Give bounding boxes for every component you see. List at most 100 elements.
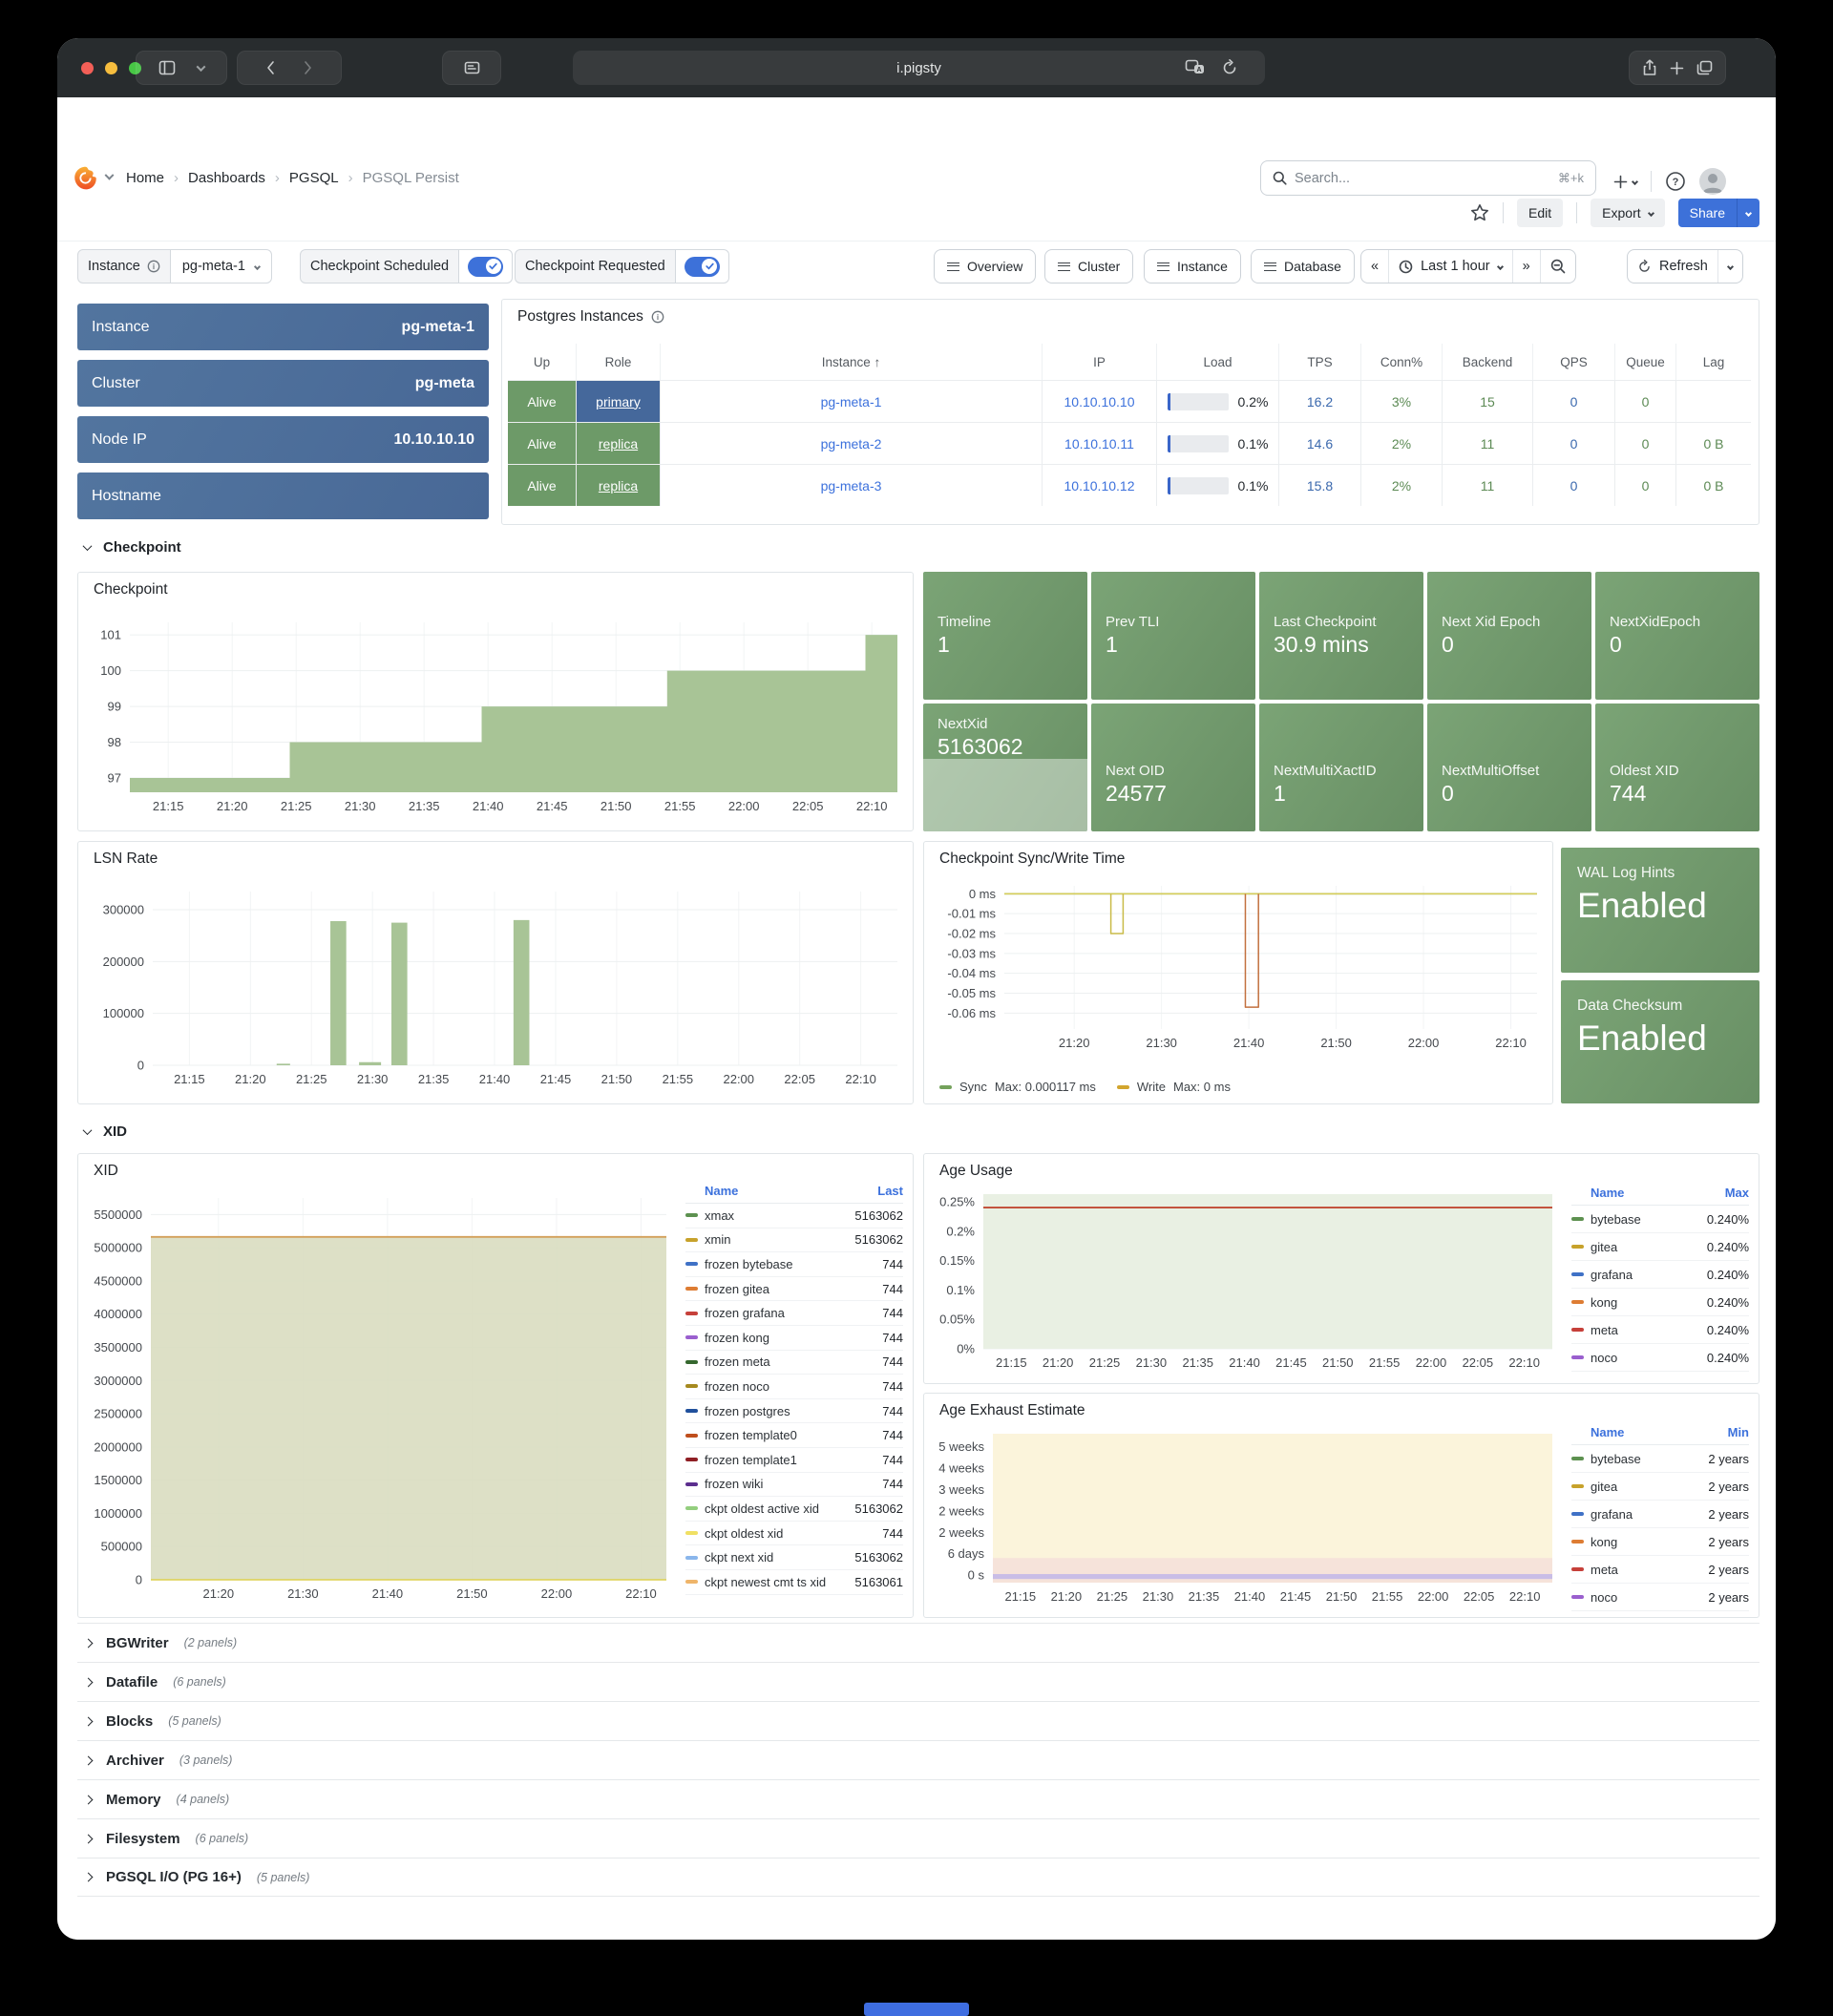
time-shift-back-button[interactable]: « [1361, 250, 1388, 283]
legend-item[interactable]: Write Max: 0 ms [1117, 1080, 1231, 1094]
time-range-picker[interactable]: Last 1 hour [1388, 250, 1512, 283]
search-input[interactable]: Search... ⌘+k [1260, 160, 1596, 196]
help-icon[interactable]: ? [1665, 171, 1686, 192]
legend-row[interactable]: frozen noco 744 [685, 1375, 903, 1399]
column-header[interactable]: Backend [1443, 344, 1533, 380]
legend-row[interactable]: gitea 2 years [1571, 1473, 1749, 1501]
stat-tile[interactable]: Timeline 1 [923, 572, 1087, 700]
data-checksum-tile[interactable]: Data Checksum Enabled [1561, 980, 1759, 1103]
legend-row[interactable]: meta 0.240% [1571, 1316, 1749, 1344]
ip-link[interactable]: 10.10.10.12 [1043, 465, 1157, 506]
section-header-checkpoint[interactable]: Checkpoint [84, 539, 181, 556]
legend-row[interactable]: frozen meta 744 [685, 1351, 903, 1376]
stat-tile[interactable]: Oldest XID 744 [1595, 704, 1759, 831]
legend-row[interactable]: ckpt newest cmt ts xid 5163061 [685, 1570, 903, 1595]
legend-row[interactable]: ckpt next xid 5163062 [685, 1545, 903, 1570]
column-header[interactable]: Conn% [1361, 344, 1443, 380]
stat-tile[interactable]: NextMultiOffset 0 [1427, 704, 1591, 831]
column-header[interactable]: QPS [1533, 344, 1615, 380]
collapsed-section-row[interactable]: PGSQL I/O (PG 16+) (5 panels) [77, 1858, 1759, 1897]
time-shift-forward-button[interactable]: » [1512, 250, 1540, 283]
legend-row[interactable]: frozen kong 744 [685, 1326, 903, 1351]
edit-button[interactable]: Edit [1517, 199, 1563, 227]
summary-box[interactable]: Instance pg-meta-1 [77, 304, 489, 350]
page-icon[interactable] [464, 61, 480, 74]
tab-overview-icon[interactable] [1696, 60, 1713, 75]
legend-row[interactable]: grafana 2 years [1571, 1501, 1749, 1528]
column-header[interactable]: Lag [1676, 344, 1751, 380]
refresh-interval-dropdown[interactable] [1717, 250, 1742, 283]
instance-select[interactable]: pg-meta-1 [171, 249, 272, 284]
reload-icon[interactable] [1221, 59, 1238, 76]
legend-row[interactable]: grafana 0.240% [1571, 1261, 1749, 1289]
breadcrumb-item[interactable]: Dashboards [188, 170, 280, 186]
summary-box[interactable]: Hostname [77, 472, 489, 519]
checkpoint-requested-toggle[interactable] [676, 249, 729, 284]
age-exhaust-chart[interactable]: 21:1521:2021:2521:3021:3521:4021:4521:50… [930, 1426, 1560, 1611]
view-link-cluster[interactable]: Cluster [1044, 249, 1133, 284]
grafana-logo-icon[interactable] [73, 165, 98, 191]
translate-icon[interactable]: A [1185, 59, 1206, 76]
collapsed-section-row[interactable]: BGWriter (2 panels) [77, 1623, 1759, 1662]
legend-row[interactable]: bytebase 2 years [1571, 1445, 1749, 1473]
view-link-instance[interactable]: Instance [1144, 249, 1241, 284]
column-header[interactable]: Role [577, 344, 661, 380]
legend-row[interactable]: ckpt oldest xid 744 [685, 1522, 903, 1546]
org-chevron-icon[interactable] [105, 170, 115, 179]
column-header[interactable]: Up [508, 344, 577, 380]
column-header[interactable]: Load [1157, 344, 1279, 380]
share-dropdown-button[interactable] [1737, 199, 1759, 227]
role-cell[interactable]: replica [577, 423, 661, 464]
share-button[interactable]: Share [1678, 199, 1737, 227]
back-icon[interactable] [265, 60, 276, 75]
refresh-button[interactable]: Refresh [1628, 250, 1717, 283]
legend-row[interactable]: kong 0.240% [1571, 1289, 1749, 1316]
legend-row[interactable]: frozen gitea 744 [685, 1277, 903, 1302]
zoom-out-button[interactable] [1540, 250, 1575, 283]
instance-link[interactable]: pg-meta-2 [661, 423, 1043, 464]
stat-tile[interactable]: NextXid 5163062 [923, 704, 1087, 831]
legend-row[interactable]: frozen grafana 744 [685, 1301, 903, 1326]
legend-row[interactable]: ckpt oldest active xid 5163062 [685, 1497, 903, 1522]
xid-chart[interactable]: 21:2021:3021:4021:5022:0022:100500000100… [84, 1186, 674, 1612]
role-cell[interactable]: replica [577, 465, 661, 506]
legend-row[interactable]: xmax 5163062 [685, 1204, 903, 1228]
checkpoint-chart[interactable]: 21:1521:2021:2521:3021:3521:4021:4521:50… [84, 607, 909, 827]
info-icon[interactable]: i [651, 310, 664, 324]
column-header[interactable]: Instance ↑ [661, 344, 1043, 380]
forward-icon[interactable] [303, 60, 313, 75]
column-header[interactable]: IP [1043, 344, 1157, 380]
breadcrumb-item[interactable]: Home [126, 170, 179, 186]
column-header[interactable]: Queue [1615, 344, 1676, 380]
collapsed-section-row[interactable]: Memory (4 panels) [77, 1779, 1759, 1818]
legend-row[interactable]: frozen bytebase 744 [685, 1252, 903, 1277]
breadcrumb-item[interactable]: PGSQL Persist [363, 170, 469, 186]
breadcrumb-item[interactable]: PGSQL [289, 170, 353, 186]
stat-tile[interactable]: Last Checkpoint 30.9 mins [1259, 572, 1423, 700]
age-usage-chart[interactable]: 21:1521:2021:2521:3021:3521:4021:4521:50… [930, 1186, 1560, 1377]
view-link-database[interactable]: Database [1251, 249, 1355, 284]
legend-row[interactable]: frozen template0 744 [685, 1423, 903, 1448]
lsn-rate-chart[interactable]: 21:1521:2021:2521:3021:3521:4021:4521:50… [84, 876, 909, 1100]
view-link-overview[interactable]: Overview [934, 249, 1036, 284]
new-tab-icon[interactable] [1670, 61, 1684, 75]
collapsed-section-row[interactable]: Blocks (5 panels) [77, 1701, 1759, 1740]
instance-link[interactable]: pg-meta-3 [661, 465, 1043, 506]
stat-tile[interactable]: NextXidEpoch 0 [1595, 572, 1759, 700]
collapsed-section-row[interactable]: Archiver (3 panels) [77, 1740, 1759, 1779]
instance-link[interactable]: pg-meta-1 [661, 381, 1043, 422]
stat-tile[interactable]: Prev TLI 1 [1091, 572, 1255, 700]
legend-row[interactable]: frozen postgres 744 [685, 1399, 903, 1424]
add-button[interactable] [1613, 175, 1637, 189]
stat-tile[interactable]: Next OID 24577 [1091, 704, 1255, 831]
address-bar[interactable]: i.pigsty A [573, 51, 1265, 85]
role-cell[interactable]: primary [577, 381, 661, 422]
collapsed-section-row[interactable]: Datafile (6 panels) [77, 1662, 1759, 1701]
section-header-xid[interactable]: XID [84, 1124, 127, 1140]
export-button[interactable]: Export [1591, 199, 1664, 227]
legend-row[interactable]: frozen template1 744 [685, 1448, 903, 1473]
legend-item[interactable]: Sync Max: 0.000117 ms [939, 1080, 1096, 1094]
legend-row[interactable]: xmin 5163062 [685, 1228, 903, 1253]
sync-write-chart[interactable]: 21:2021:3021:4021:5022:0022:100 ms-0.01 … [930, 876, 1549, 1060]
collapsed-section-row[interactable]: Filesystem (6 panels) [77, 1818, 1759, 1858]
